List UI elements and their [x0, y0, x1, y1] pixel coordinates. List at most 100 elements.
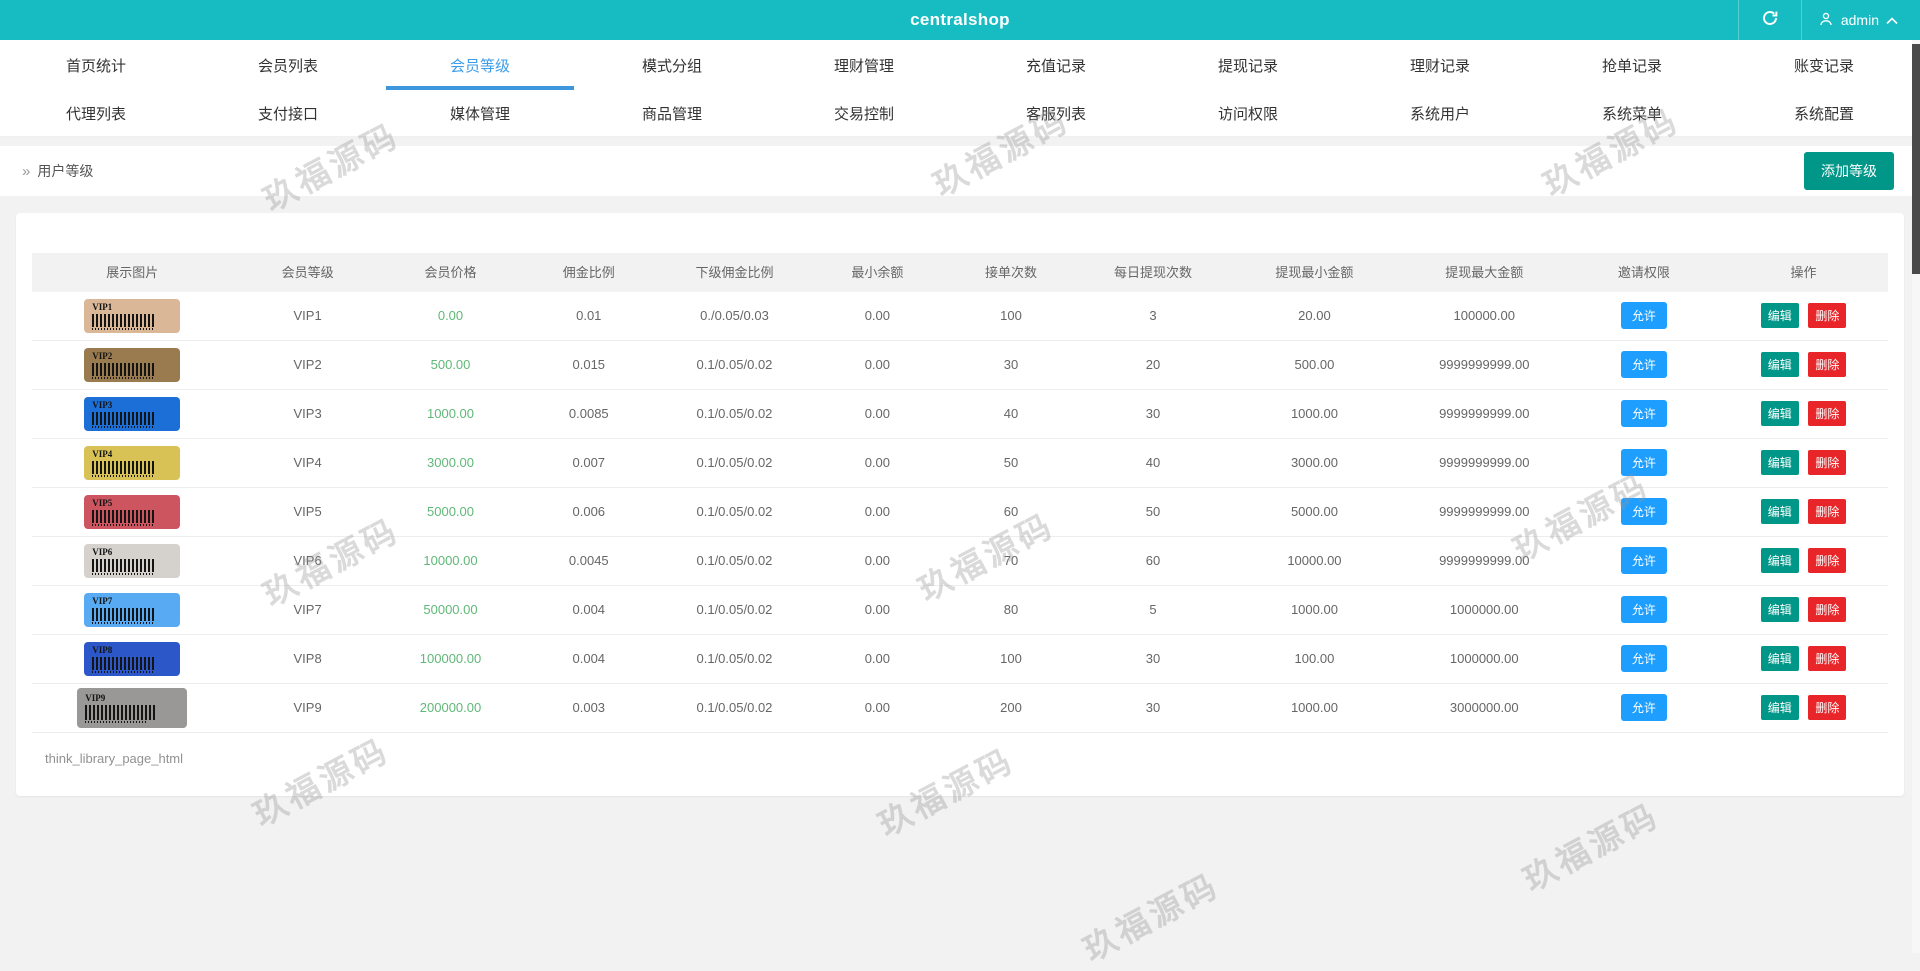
tab-home-stats[interactable]: 首页统计 — [0, 40, 192, 90]
tab-agent-list[interactable]: 代理列表 — [0, 90, 192, 136]
table-row: VIP6 VIP6 10000.00 0.0045 0.1/0.05/0.02 … — [32, 536, 1888, 585]
user-menu[interactable]: admin — [1802, 0, 1914, 40]
cell-withdraw-min: 10000.00 — [1229, 536, 1400, 585]
delete-button[interactable]: 删除 — [1808, 352, 1846, 377]
cell-min-balance: 0.00 — [810, 683, 945, 732]
cell-min-balance: 0.00 — [810, 487, 945, 536]
cell-withdraw-min: 1000.00 — [1229, 683, 1400, 732]
barcode-digits — [92, 622, 154, 624]
cell-daily-withdrawals: 40 — [1077, 438, 1229, 487]
refresh-button[interactable] — [1738, 0, 1802, 40]
cell-daily-withdrawals: 20 — [1077, 340, 1229, 389]
delete-button[interactable]: 删除 — [1808, 548, 1846, 573]
table-row: VIP7 VIP7 50000.00 0.004 0.1/0.05/0.02 0… — [32, 585, 1888, 634]
cell-min-balance: 0.00 — [810, 389, 945, 438]
tab-media-manage[interactable]: 媒体管理 — [384, 90, 576, 136]
watermark: 玖福源码 — [1513, 789, 1666, 901]
edit-button[interactable]: 编辑 — [1761, 352, 1799, 377]
allow-button[interactable]: 允许 — [1621, 400, 1667, 427]
table-row: VIP3 VIP3 1000.00 0.0085 0.1/0.05/0.02 0… — [32, 389, 1888, 438]
col-invite-permission: 邀请权限 — [1569, 253, 1719, 291]
cell-commission: 0.0085 — [518, 389, 659, 438]
edit-button[interactable]: 编辑 — [1761, 695, 1799, 720]
tab-service-list[interactable]: 客服列表 — [960, 90, 1152, 136]
tab-finance-manage[interactable]: 理财管理 — [768, 40, 960, 90]
cell-orders: 200 — [945, 683, 1077, 732]
allow-button[interactable]: 允许 — [1621, 449, 1667, 476]
tab-withdraw-records[interactable]: 提现记录 — [1152, 40, 1344, 90]
delete-button[interactable]: 删除 — [1808, 450, 1846, 475]
refresh-icon — [1761, 9, 1779, 32]
tab-system-config[interactable]: 系统配置 — [1728, 90, 1920, 136]
edit-button[interactable]: 编辑 — [1761, 499, 1799, 524]
allow-button[interactable]: 允许 — [1621, 547, 1667, 574]
watermark: 玖福源码 — [1073, 859, 1226, 971]
tab-access-rights[interactable]: 访问权限 — [1152, 90, 1344, 136]
edit-button[interactable]: 编辑 — [1761, 303, 1799, 328]
app-title: centralshop — [0, 0, 1920, 40]
cell-withdraw-max: 1000000.00 — [1400, 634, 1569, 683]
col-level: 会员等级 — [232, 253, 382, 291]
cell-price: 10000.00 — [383, 536, 518, 585]
allow-button[interactable]: 允许 — [1621, 645, 1667, 672]
tab-finance-records[interactable]: 理财记录 — [1344, 40, 1536, 90]
cell-level: VIP8 — [232, 634, 382, 683]
allow-button[interactable]: 允许 — [1621, 596, 1667, 623]
delete-button[interactable]: 删除 — [1808, 695, 1846, 720]
breadcrumb-bar: » 用户等级 添加等级 — [0, 146, 1920, 196]
allow-button[interactable]: 允许 — [1621, 302, 1667, 329]
tab-order-grab-records[interactable]: 抢单记录 — [1536, 40, 1728, 90]
tab-product-manage[interactable]: 商品管理 — [576, 90, 768, 136]
barcode-digits — [85, 721, 147, 723]
scrollbar-thumb[interactable] — [1912, 44, 1920, 274]
vip-barcode-image: VIP6 — [84, 544, 180, 578]
tab-mode-group[interactable]: 模式分组 — [576, 40, 768, 90]
cell-daily-withdrawals: 50 — [1077, 487, 1229, 536]
tab-member-level[interactable]: 会员等级 — [384, 40, 576, 90]
edit-button[interactable]: 编辑 — [1761, 646, 1799, 671]
cell-withdraw-min: 1000.00 — [1229, 389, 1400, 438]
edit-button[interactable]: 编辑 — [1761, 548, 1799, 573]
cell-price: 0.00 — [383, 291, 518, 340]
col-actions: 操作 — [1719, 253, 1888, 291]
barcode-stripes — [92, 363, 154, 376]
allow-button[interactable]: 允许 — [1621, 694, 1667, 721]
tab-system-users[interactable]: 系统用户 — [1344, 90, 1536, 136]
col-min-balance: 最小余额 — [810, 253, 945, 291]
delete-button[interactable]: 删除 — [1808, 401, 1846, 426]
add-level-button[interactable]: 添加等级 — [1804, 152, 1894, 190]
allow-button[interactable]: 允许 — [1621, 498, 1667, 525]
barcode-stripes — [92, 608, 154, 621]
cell-withdraw-min: 20.00 — [1229, 291, 1400, 340]
cell-withdraw-max: 100000.00 — [1400, 291, 1569, 340]
tab-member-list[interactable]: 会员列表 — [192, 40, 384, 90]
cell-min-balance: 0.00 — [810, 291, 945, 340]
table-header-row: 展示图片 会员等级 会员价格 佣金比例 下级佣金比例 最小余额 接单次数 每日提… — [32, 253, 1888, 291]
allow-button[interactable]: 允许 — [1621, 351, 1667, 378]
level-table: 展示图片 会员等级 会员价格 佣金比例 下级佣金比例 最小余额 接单次数 每日提… — [32, 253, 1888, 733]
cell-daily-withdrawals: 3 — [1077, 291, 1229, 340]
cell-sub-commission: 0.1/0.05/0.02 — [659, 536, 809, 585]
tab-payment-api[interactable]: 支付接口 — [192, 90, 384, 136]
delete-button[interactable]: 删除 — [1808, 597, 1846, 622]
vip-image-label: VIP3 — [92, 400, 180, 410]
cell-min-balance: 0.00 — [810, 536, 945, 585]
cell-daily-withdrawals: 30 — [1077, 683, 1229, 732]
delete-button[interactable]: 删除 — [1808, 303, 1846, 328]
breadcrumb-marker: » — [22, 163, 30, 180]
delete-button[interactable]: 删除 — [1808, 499, 1846, 524]
vertical-scrollbar[interactable] — [1912, 40, 1920, 953]
tab-system-menu[interactable]: 系统菜单 — [1536, 90, 1728, 136]
breadcrumb: » 用户等级 — [22, 161, 93, 181]
tab-trade-control[interactable]: 交易控制 — [768, 90, 960, 136]
tab-balance-change-records[interactable]: 账变记录 — [1728, 40, 1920, 90]
edit-button[interactable]: 编辑 — [1761, 401, 1799, 426]
tab-recharge-records[interactable]: 充值记录 — [960, 40, 1152, 90]
cell-level: VIP4 — [232, 438, 382, 487]
barcode-digits — [92, 426, 154, 428]
delete-button[interactable]: 删除 — [1808, 646, 1846, 671]
edit-button[interactable]: 编辑 — [1761, 597, 1799, 622]
vip-barcode-image: VIP9 — [77, 688, 187, 728]
cell-daily-withdrawals: 30 — [1077, 389, 1229, 438]
edit-button[interactable]: 编辑 — [1761, 450, 1799, 475]
